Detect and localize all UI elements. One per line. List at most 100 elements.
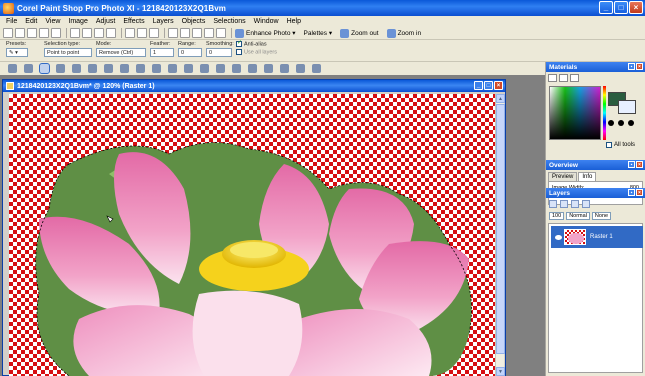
use-all-layers-option[interactable]: Use all layers xyxy=(236,49,280,56)
vertical-scrollbar[interactable]: ▲ ▼ xyxy=(495,94,505,376)
text-tool-icon[interactable] xyxy=(216,64,225,73)
cut-icon[interactable] xyxy=(82,28,92,38)
delete-layer-icon[interactable] xyxy=(571,200,579,208)
all-tools-checkbox[interactable] xyxy=(606,142,612,148)
frame-tab-icon[interactable] xyxy=(548,74,557,82)
layer-group-icon[interactable] xyxy=(560,200,568,208)
range-input[interactable]: 0 xyxy=(178,48,202,57)
straighten-tool-icon[interactable] xyxy=(88,64,97,73)
lock-select[interactable]: None xyxy=(591,211,612,220)
image-canvas[interactable] xyxy=(9,94,495,376)
paste-icon[interactable] xyxy=(106,28,116,38)
preset-shape-tool-icon[interactable] xyxy=(232,64,241,73)
crop-tool-icon[interactable] xyxy=(72,64,81,73)
antialias-option[interactable]: Anti-alias xyxy=(236,39,280,47)
menu-selections[interactable]: Selections xyxy=(213,18,245,25)
color-picker[interactable] xyxy=(549,86,601,140)
resize-icon[interactable] xyxy=(168,28,178,38)
background-color-swatch[interactable] xyxy=(618,100,636,114)
transparent-button-icon[interactable] xyxy=(627,120,634,126)
paint-brush-tool-icon[interactable] xyxy=(120,64,129,73)
mirror-icon[interactable] xyxy=(204,28,214,38)
menu-help[interactable]: Help xyxy=(287,18,301,25)
all-tools-option[interactable]: All tools xyxy=(606,142,635,148)
use-all-layers-checkbox[interactable] xyxy=(236,49,242,56)
materials-close-button[interactable]: × xyxy=(636,63,643,70)
layer-row-raster-1[interactable]: Raster 1 xyxy=(551,226,643,248)
layers-close-button[interactable]: × xyxy=(636,189,643,196)
red-eye-tool-icon[interactable] xyxy=(104,64,113,73)
flood-fill-tool-icon[interactable] xyxy=(200,64,209,73)
undo-icon[interactable] xyxy=(125,28,135,38)
zoom-out-button[interactable]: Zoom out xyxy=(340,28,379,38)
image-minimize-button[interactable]: _ xyxy=(474,81,483,90)
art-media-tool-icon[interactable] xyxy=(312,64,321,73)
pick-tool-icon[interactable] xyxy=(24,64,33,73)
menu-adjust[interactable]: Adjust xyxy=(96,18,115,25)
menu-file[interactable]: File xyxy=(6,18,17,25)
freehand-selection-tool-icon[interactable] xyxy=(39,63,50,74)
help-icon[interactable] xyxy=(216,28,226,38)
texture-button-icon[interactable] xyxy=(617,120,624,126)
enhance-photo-button[interactable]: Enhance Photo ▾ xyxy=(235,28,296,38)
style-button-icon[interactable] xyxy=(608,120,614,126)
overview-close-button[interactable]: × xyxy=(636,161,643,168)
visibility-eye-icon[interactable] xyxy=(555,234,562,240)
copy-icon[interactable] xyxy=(94,28,104,38)
image-maximize-button[interactable]: □ xyxy=(484,81,493,90)
print-icon[interactable] xyxy=(70,28,80,38)
save-icon[interactable] xyxy=(39,28,49,38)
blend-mode-select[interactable]: Normal xyxy=(566,211,590,220)
menu-objects[interactable]: Objects xyxy=(182,18,206,25)
menu-effects[interactable]: Effects xyxy=(123,18,144,25)
antialias-checkbox[interactable] xyxy=(236,39,242,47)
close-button[interactable]: × xyxy=(629,1,643,14)
image-close-button[interactable]: × xyxy=(494,81,503,90)
clone-brush-tool-icon[interactable] xyxy=(136,64,145,73)
oil-brush-tool-icon[interactable] xyxy=(280,64,289,73)
minimize-button[interactable]: _ xyxy=(599,1,613,14)
opacity-field[interactable]: 100 xyxy=(549,211,565,220)
hue-slider[interactable] xyxy=(603,86,606,140)
menu-image[interactable]: Image xyxy=(68,18,87,25)
flip-icon[interactable] xyxy=(192,28,202,38)
warp-brush-tool-icon[interactable] xyxy=(264,64,273,73)
menu-view[interactable]: View xyxy=(45,18,60,25)
new-file-icon[interactable] xyxy=(3,28,13,38)
pen-tool-icon[interactable] xyxy=(248,64,257,73)
overview-dock-button[interactable]: ▪ xyxy=(628,161,635,168)
selection-type-select[interactable]: Point to point xyxy=(44,48,92,57)
maximize-button[interactable]: □ xyxy=(614,1,628,14)
mesh-warp-tool-icon[interactable] xyxy=(296,64,305,73)
save-as-icon[interactable] xyxy=(51,28,61,38)
swatches-tab-icon[interactable] xyxy=(570,74,579,82)
tab-preview[interactable]: Preview xyxy=(548,172,578,181)
tab-info[interactable]: Info xyxy=(578,172,597,181)
layer-properties-icon[interactable] xyxy=(582,200,590,208)
scroll-down-icon[interactable]: ▼ xyxy=(496,367,505,376)
eraser-tool-icon[interactable] xyxy=(152,64,161,73)
new-layer-icon[interactable] xyxy=(549,200,557,208)
smoothing-input[interactable]: 0 xyxy=(206,48,232,57)
scrollbar-thumb[interactable] xyxy=(496,104,505,354)
layers-dock-button[interactable]: ▪ xyxy=(628,189,635,196)
zoom-in-button[interactable]: Zoom in xyxy=(386,28,421,38)
menu-edit[interactable]: Edit xyxy=(25,18,37,25)
crop-icon[interactable] xyxy=(180,28,190,38)
lighten-darken-tool-icon[interactable] xyxy=(168,64,177,73)
palettes-button[interactable]: Palettes ▾ xyxy=(304,29,333,38)
image-window-title-bar[interactable]: 1218420123X2Q1Bvm* @ 120% (Raster 1) _ □… xyxy=(3,80,505,92)
overview-palette-header[interactable]: Overview ▪ × xyxy=(546,160,645,170)
smudge-tool-icon[interactable] xyxy=(184,64,193,73)
open-file-icon[interactable] xyxy=(15,28,25,38)
browse-icon[interactable] xyxy=(27,28,37,38)
redo-icon[interactable] xyxy=(137,28,147,38)
menu-layers[interactable]: Layers xyxy=(153,18,174,25)
scroll-up-icon[interactable]: ▲ xyxy=(496,94,505,103)
materials-palette-header[interactable]: Materials ▪ × xyxy=(546,62,645,72)
history-icon[interactable] xyxy=(149,28,159,38)
layers-palette-header[interactable]: Layers ▪ × xyxy=(546,188,645,198)
feather-input[interactable]: 1 xyxy=(150,48,174,57)
presets-dropdown[interactable]: ✎ ▾ xyxy=(6,48,28,57)
materials-dock-button[interactable]: ▪ xyxy=(628,63,635,70)
